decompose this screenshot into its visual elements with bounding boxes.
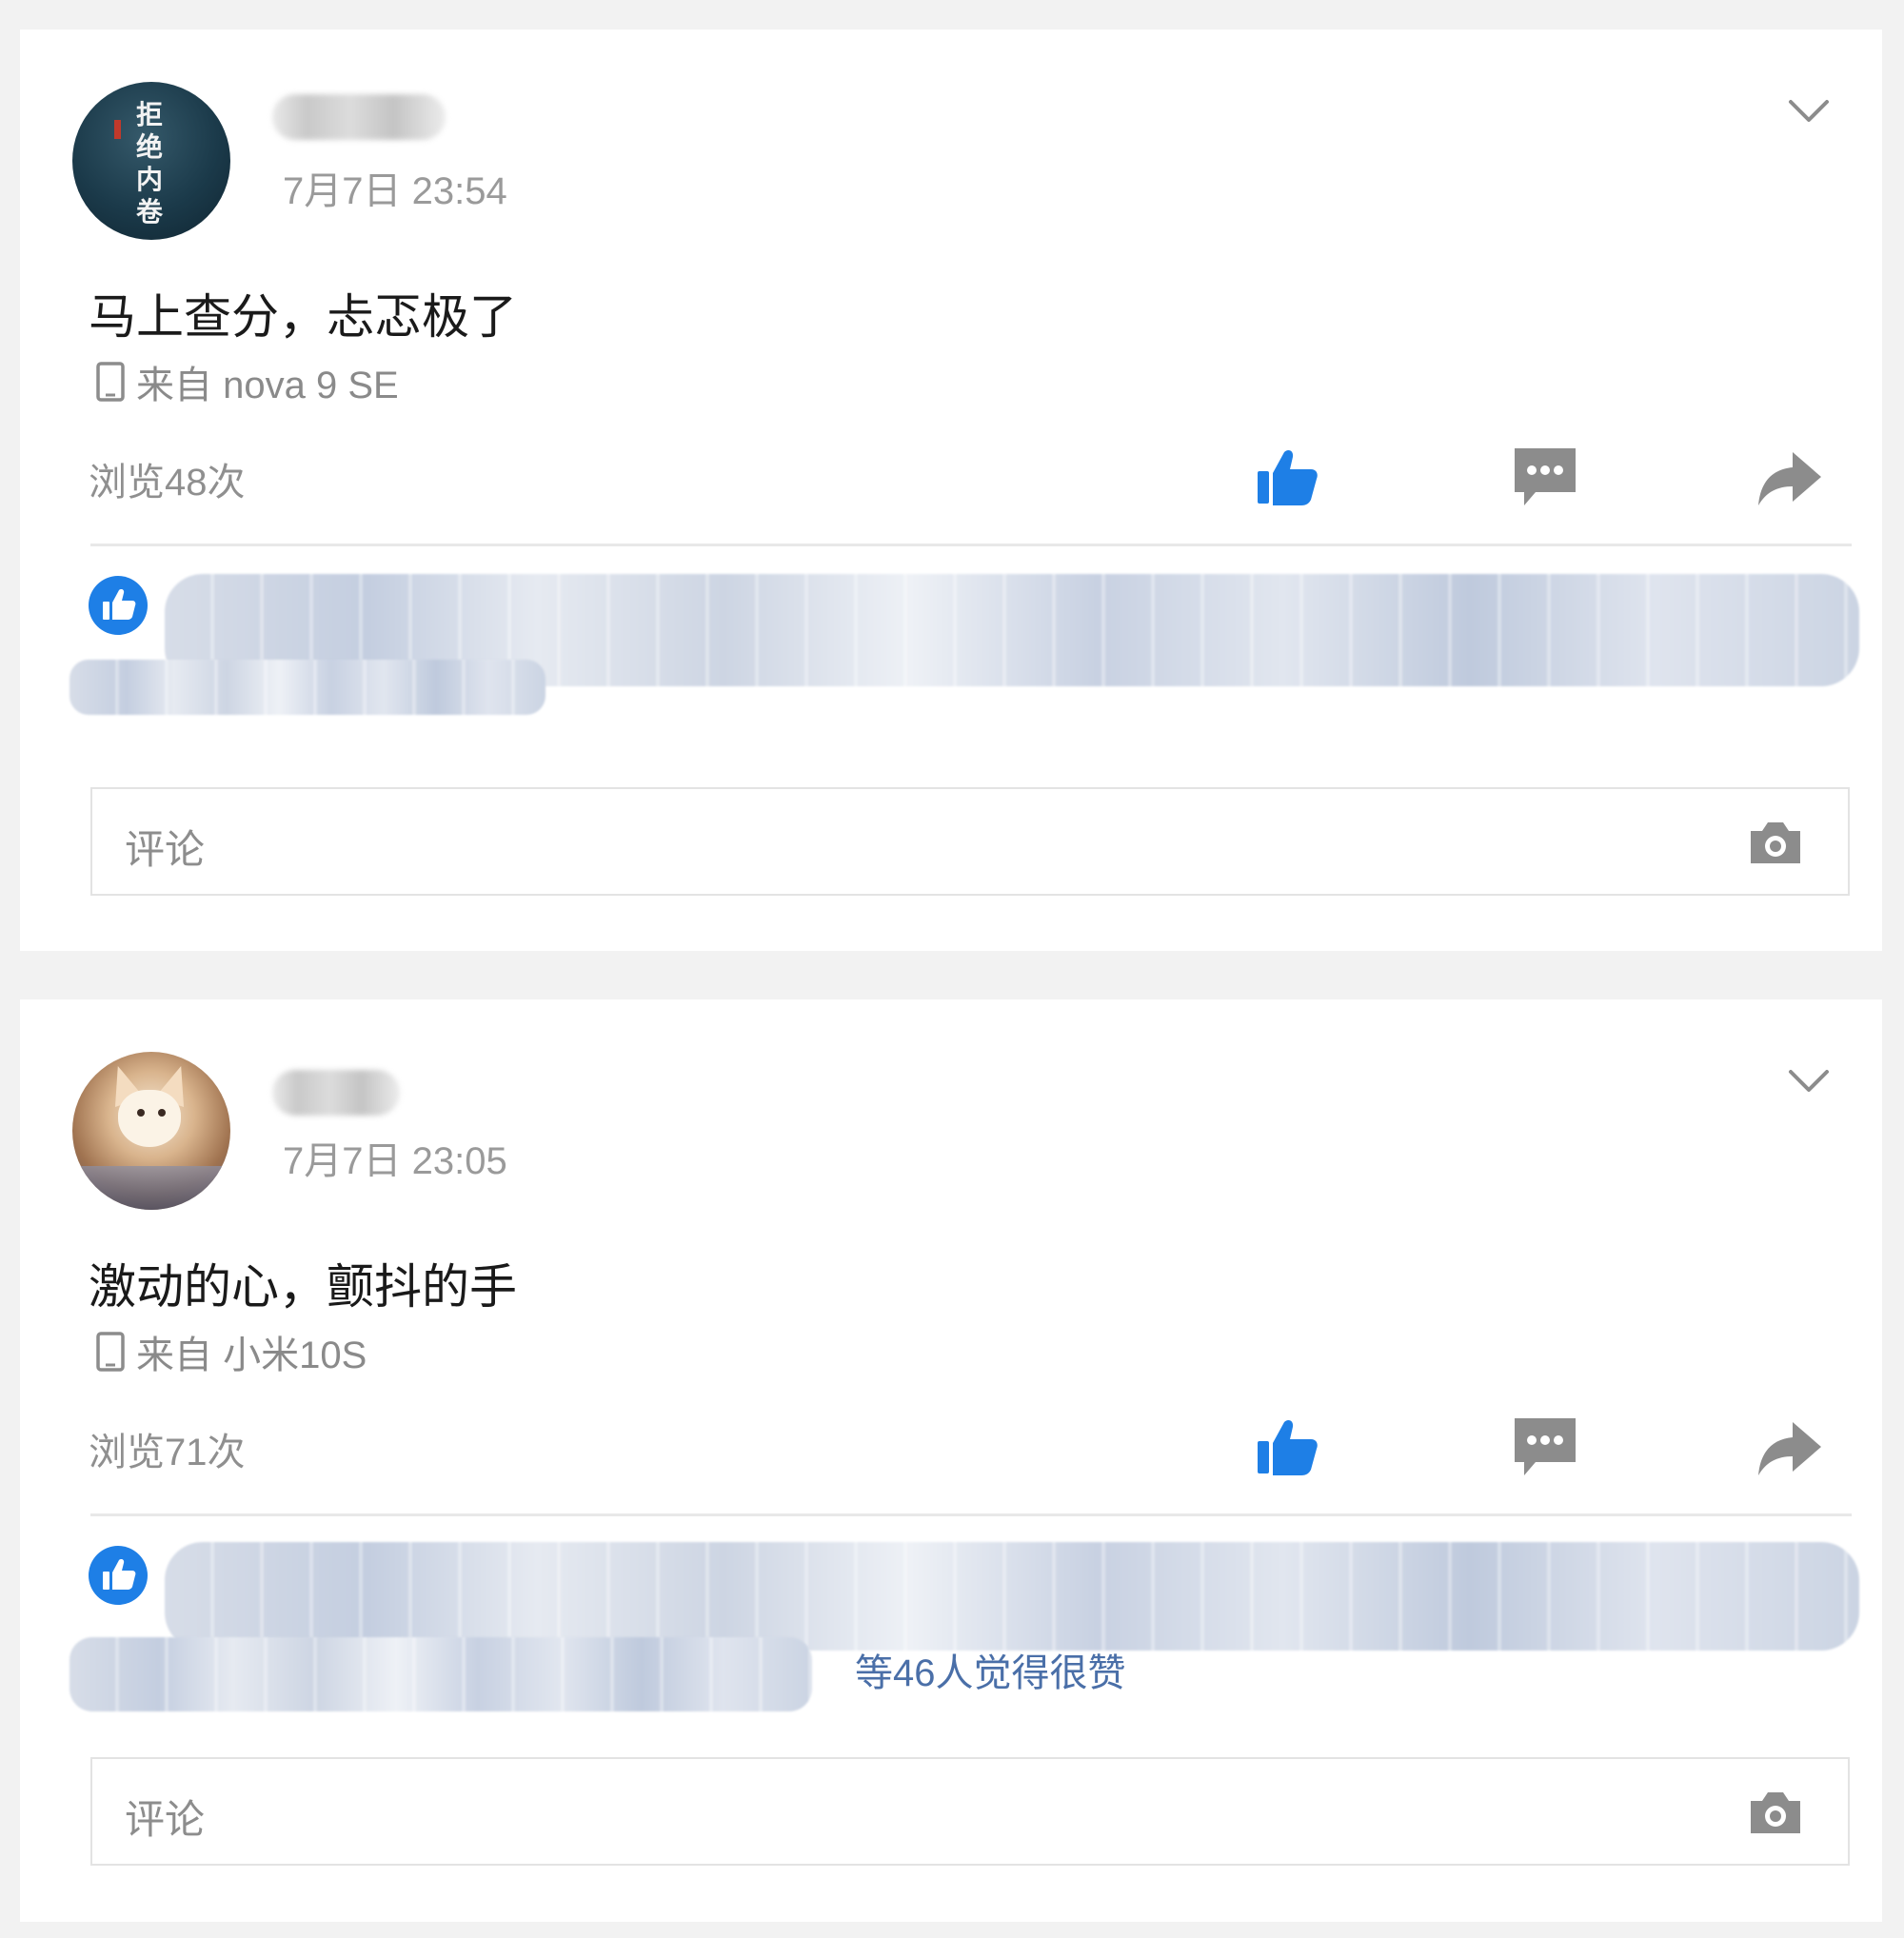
liked-users-redacted[interactable]	[69, 1637, 812, 1711]
comment-placeholder: 评论	[125, 1797, 206, 1842]
view-count: 浏览71次	[89, 1432, 246, 1473]
source-label: 来自 nova 9 SE	[136, 365, 399, 406]
avatar-eye	[158, 1109, 166, 1117]
likes-row	[69, 564, 1859, 783]
phone-icon	[96, 1332, 125, 1372]
avatar-face	[118, 1090, 181, 1147]
divider	[90, 544, 1852, 546]
avatar-water	[72, 1166, 230, 1210]
camera-icon[interactable]	[1747, 1788, 1804, 1837]
post-time: 7月7日 23:05	[283, 1140, 507, 1182]
thumbs-up-icon	[89, 1546, 148, 1605]
post-source: 来自 nova 9 SE	[94, 357, 399, 406]
avatar-seal	[114, 120, 121, 139]
chevron-down-icon[interactable]	[1787, 89, 1831, 132]
comment-input[interactable]: 评论	[90, 1757, 1850, 1866]
phone-icon	[96, 362, 125, 402]
thumbs-up-icon	[89, 576, 148, 635]
post-card: 7月7日 23:05 激动的心，颤抖的手 来自 小米10S 浏览71次 等46人…	[20, 999, 1882, 1922]
comment-icon[interactable]	[1511, 1413, 1579, 1481]
share-icon[interactable]	[1755, 1414, 1823, 1483]
post-source: 来自 小米10S	[94, 1327, 367, 1376]
thumbs-up-icon[interactable]	[1254, 445, 1322, 513]
avatar[interactable]: 拒绝内卷	[72, 82, 230, 240]
comment-input[interactable]: 评论	[90, 787, 1850, 896]
username-redacted[interactable]	[272, 94, 446, 140]
post-time: 7月7日 23:54	[283, 170, 507, 212]
comment-placeholder: 评论	[125, 827, 206, 872]
thumbs-up-icon[interactable]	[1254, 1414, 1322, 1483]
avatar-calligraphy: 拒绝内卷	[135, 99, 163, 227]
chevron-down-icon[interactable]	[1787, 1058, 1831, 1102]
liked-users-redacted[interactable]	[69, 660, 545, 715]
view-count: 浏览48次	[89, 462, 246, 504]
likes-row: 等46人觉得很赞	[69, 1534, 1859, 1753]
divider	[90, 1513, 1852, 1516]
post-text: 激动的心，颤抖的手	[89, 1260, 517, 1314]
avatar[interactable]	[72, 1052, 230, 1210]
camera-icon[interactable]	[1747, 818, 1804, 867]
source-label: 来自 小米10S	[136, 1335, 367, 1376]
post-card: 拒绝内卷 7月7日 23:54 马上查分，忐忑极了 来自 nova 9 SE 浏…	[20, 30, 1882, 951]
comment-icon[interactable]	[1511, 443, 1579, 511]
share-icon[interactable]	[1755, 445, 1823, 513]
username-redacted[interactable]	[272, 1070, 400, 1116]
post-text: 马上查分，忐忑极了	[89, 290, 517, 344]
avatar-eye	[137, 1109, 145, 1117]
feed: 拒绝内卷 7月7日 23:54 马上查分，忐忑极了 来自 nova 9 SE 浏…	[0, 0, 1904, 1938]
likes-summary[interactable]: 等46人觉得很赞	[855, 1651, 1126, 1696]
liked-users-redacted[interactable]	[165, 1542, 1859, 1651]
